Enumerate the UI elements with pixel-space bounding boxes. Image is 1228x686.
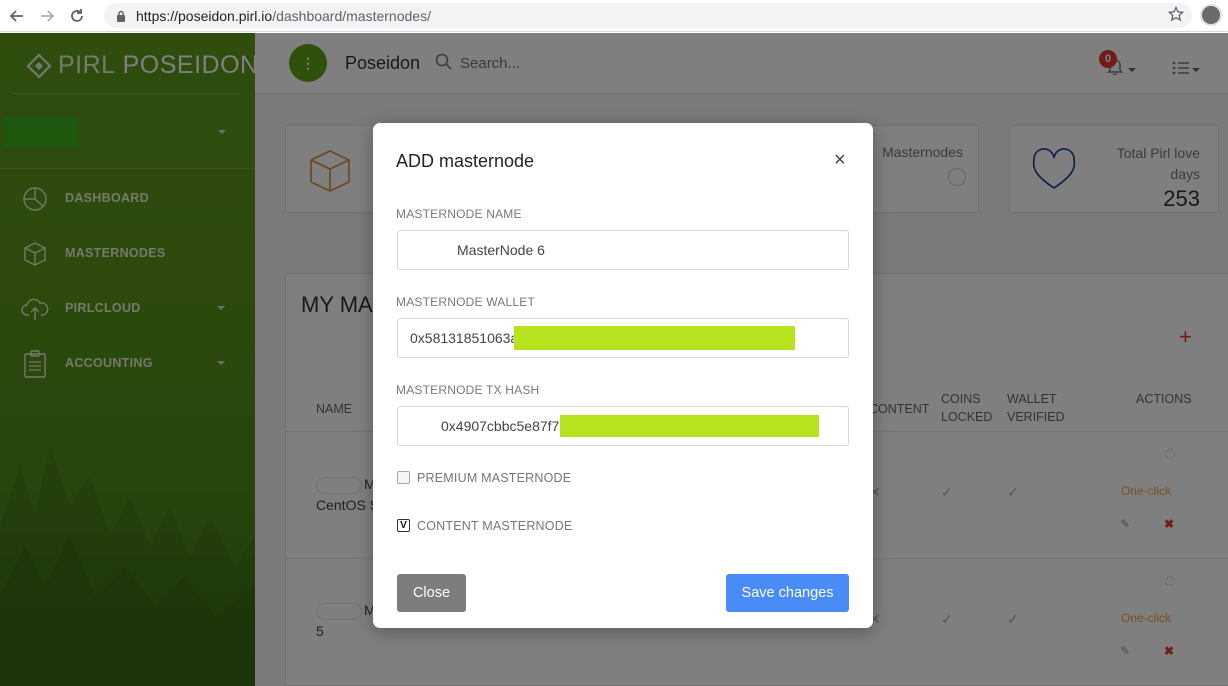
profile-avatar[interactable]	[1200, 4, 1222, 26]
add-masternode-modal: ADD masternode × MASTERNODE NAME MASTERN…	[373, 123, 873, 628]
modal-title: ADD masternode	[396, 151, 535, 171]
redaction-block	[560, 415, 819, 437]
masternode-tx-hash-label: MASTERNODE TX HASH	[396, 383, 540, 397]
browser-toolbar: https://poseidon.pirl.io/dashboard/maste…	[0, 0, 1228, 32]
save-changes-button[interactable]: Save changes	[726, 574, 849, 612]
url-path: /dashboard/masternodes/	[272, 7, 431, 24]
premium-masternode-label: PREMIUM MASTERNODE	[417, 471, 572, 485]
lock-icon	[116, 10, 126, 22]
premium-masternode-checkbox[interactable]	[397, 471, 410, 484]
reload-icon[interactable]	[64, 3, 90, 29]
masternode-wallet-label: MASTERNODE WALLET	[396, 295, 535, 309]
redaction-block	[514, 326, 795, 350]
forward-icon[interactable]	[34, 3, 60, 29]
masternode-name-label: MASTERNODE NAME	[396, 207, 522, 221]
content-masternode-label: CONTENT MASTERNODE	[417, 519, 573, 533]
url-host: https://poseidon.pirl.io	[136, 7, 273, 24]
content-masternode-checkbox[interactable]: V	[397, 519, 410, 532]
bookmark-star-icon[interactable]	[1167, 5, 1185, 27]
close-button[interactable]: Close	[397, 574, 466, 612]
back-icon[interactable]	[4, 3, 30, 29]
address-bar[interactable]: https://poseidon.pirl.io/dashboard/maste…	[104, 3, 1192, 28]
masternode-name-input[interactable]	[397, 230, 849, 270]
close-icon[interactable]: ×	[834, 150, 846, 170]
